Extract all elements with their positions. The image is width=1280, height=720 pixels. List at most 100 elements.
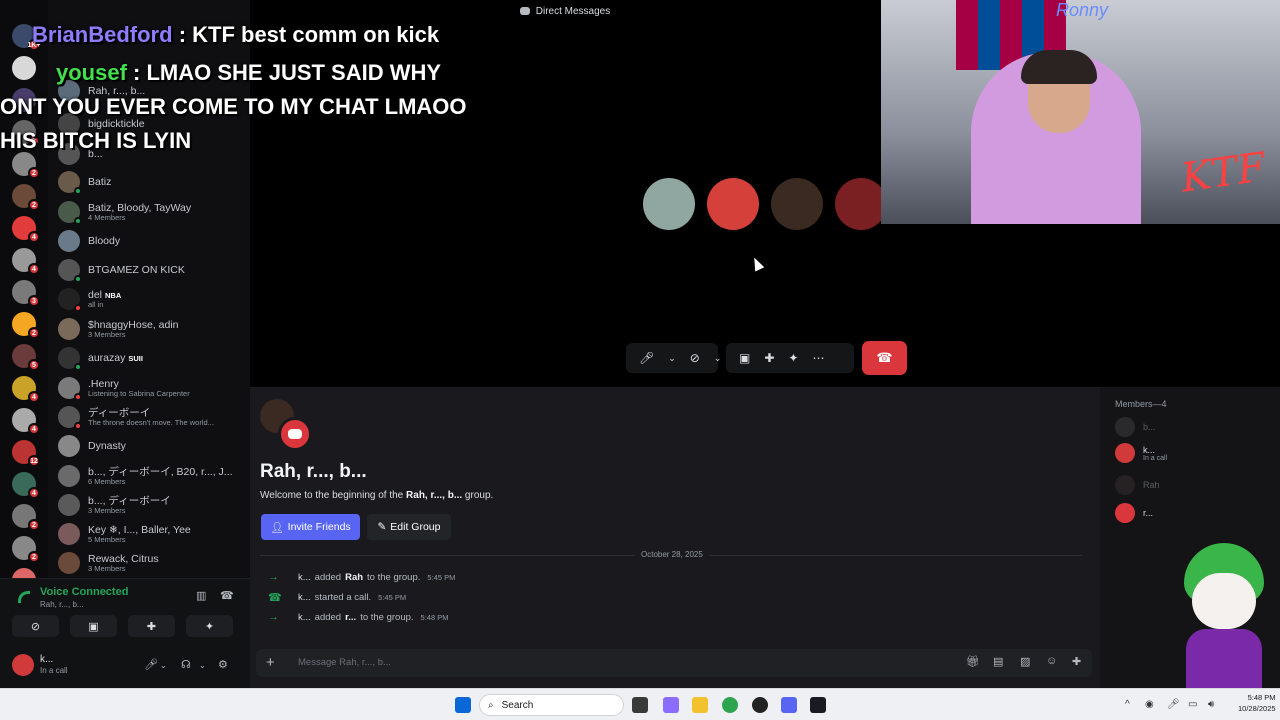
call-participant-avatar[interactable] [771, 178, 823, 230]
event-target[interactable]: Rah [345, 572, 363, 583]
server-icon[interactable]: 3 [12, 280, 40, 307]
dm-item[interactable]: $hnaggyHose, adin 3 Members [58, 315, 244, 343]
emoji-icon[interactable]: ☺ [1046, 655, 1057, 667]
event-user[interactable]: k... [298, 572, 311, 583]
attach-plus-icon[interactable]: + [266, 654, 275, 671]
signal-icon[interactable] [18, 591, 30, 603]
invite-friends-button[interactable]: 👤︎ Invite Friends [261, 514, 360, 540]
dm-text: b... [88, 148, 103, 160]
tray-volume-icon[interactable]: 🔊︎ [1208, 699, 1214, 710]
server-icon[interactable]: 4 [12, 248, 40, 275]
dm-item[interactable]: aurazay SUII [58, 344, 244, 372]
server-icon[interactable]: 2 [12, 120, 40, 147]
server-icon[interactable] [12, 56, 36, 80]
server-icon[interactable]: 2 [12, 536, 40, 563]
dm-name: aurazay SUII [88, 352, 143, 364]
dm-item[interactable]: b..., ディーボーイ, B20, r..., J... 6 Members [58, 462, 244, 490]
windows-start-icon[interactable] [455, 697, 471, 713]
chevron-down-icon[interactable]: ⌄ [709, 353, 727, 364]
server-icon[interactable]: 4 [12, 216, 40, 243]
taskbar-search[interactable]: ⌕ Search [479, 694, 624, 716]
dm-item[interactable]: Rewack, Citrus 3 Members [58, 549, 244, 577]
server-icon[interactable]: 4 [12, 472, 40, 499]
microphone-icon[interactable]: 🎤︎ [634, 351, 659, 365]
server-icon[interactable]: 4 [12, 376, 40, 403]
dm-item[interactable]: Batiz, Bloody, TayWay 4 Members [58, 198, 244, 226]
event-target[interactable]: r... [345, 612, 356, 623]
dm-item[interactable]: bigdicktickle [58, 110, 244, 138]
user-panel[interactable]: k... In a call 🎤︎ ⌄ ☊ ⌄ ⚙ [0, 649, 250, 689]
dm-item[interactable]: Rah, r..., b... [58, 77, 244, 105]
server-icon[interactable]: 4 [12, 408, 40, 435]
chevron-down-icon[interactable]: ⌄ [199, 661, 206, 670]
activities-icon[interactable]: ✚ [759, 351, 779, 365]
disconnect-icon[interactable]: ☎ [220, 589, 234, 602]
gif-icon[interactable]: ▤ [993, 655, 1003, 668]
member-item[interactable]: k... In a call [1115, 443, 1167, 463]
dm-item[interactable]: b... [58, 140, 244, 168]
chevron-down-icon[interactable]: ⌄ [160, 661, 167, 670]
call-participant-avatar[interactable] [707, 178, 759, 230]
voice-channel-label[interactable]: Rah, r..., b... [40, 600, 84, 609]
copilot-icon[interactable] [663, 697, 679, 713]
message-input[interactable]: Message Rah, r..., b... [298, 657, 391, 668]
member-item[interactable]: r... [1115, 503, 1153, 523]
event-user[interactable]: k... [298, 592, 311, 603]
more-options-icon[interactable]: ⋯ [807, 351, 829, 365]
message-composer[interactable]: + Message Rah, r..., b... 🎁︎ ▤ ▨ ☺ ✚ [256, 649, 1092, 677]
tray-mic-icon[interactable]: 🎤︎ [1167, 699, 1180, 710]
gift-icon[interactable]: 🎁︎ [966, 655, 980, 668]
dm-item[interactable]: BTGAMEZ ON KICK [58, 256, 244, 284]
server-icon[interactable]: 12 [12, 440, 40, 467]
taskbar-clock[interactable]: 5:48 PM 10/28/2025 [1238, 693, 1276, 714]
obs-icon[interactable] [752, 697, 768, 713]
camera-off-button[interactable]: ⊘ [12, 615, 59, 637]
camera-off-icon[interactable]: ⊘ [685, 351, 705, 365]
member-item[interactable]: Rah [1115, 475, 1160, 495]
noise-suppression-icon[interactable]: ▥ [196, 589, 206, 602]
edit-group-button[interactable]: ✎ Edit Group [367, 514, 451, 540]
screen-share-button[interactable]: ▣ [70, 615, 117, 637]
server-icon[interactable]: 2 [12, 184, 40, 211]
voice-panel: Voice Connected Rah, r..., b... ▥ ☎ ⊘ ▣ … [0, 578, 250, 688]
activities-button[interactable]: ✚ [128, 615, 175, 637]
server-icon[interactable]: 2 [12, 312, 40, 339]
dm-item[interactable]: Key ❄, I..., Baller, Yee 5 Members [58, 520, 244, 548]
server-icon[interactable]: 2 [12, 504, 40, 531]
headphones-icon[interactable]: ☊ [181, 658, 191, 671]
settings-gear-icon[interactable]: ⚙ [218, 658, 228, 671]
voice-connected-label[interactable]: Voice Connected [40, 586, 128, 598]
dm-item[interactable]: Batiz [58, 168, 244, 196]
apps-icon[interactable]: ✚ [1072, 655, 1081, 668]
chrome-icon[interactable] [722, 697, 738, 713]
task-view-icon[interactable] [632, 697, 648, 713]
tray-chevron-icon[interactable]: ^ [1125, 699, 1130, 710]
dm-item[interactable]: del NBA all in [58, 285, 244, 313]
soundboard-button[interactable]: ✦ [186, 615, 233, 637]
member-item[interactable]: b... [1115, 417, 1156, 437]
dm-item[interactable]: .Henry Listening to Sabrina Carpenter [58, 374, 244, 402]
server-icon[interactable]: 5 [12, 344, 40, 371]
chevron-down-icon[interactable]: ⌄ [663, 353, 681, 364]
app-taskbar-icon[interactable] [810, 697, 826, 713]
tray-app-icon[interactable]: ◉ [1145, 699, 1154, 710]
dm-item[interactable]: Bloody [58, 227, 244, 255]
server-icon[interactable]: 1K+ [12, 24, 41, 51]
event-user[interactable]: k... [298, 612, 311, 623]
tray-network-icon[interactable]: ▭ [1188, 699, 1197, 710]
discord-taskbar-icon[interactable] [781, 697, 797, 713]
server-icon[interactable]: 2 [12, 152, 40, 179]
hang-up-button[interactable]: ☎ [862, 341, 907, 375]
soundboard-icon[interactable]: ✦ [783, 351, 803, 365]
server-icon[interactable] [12, 88, 36, 112]
sticker-icon[interactable]: ▨ [1020, 655, 1030, 668]
microphone-icon[interactable]: 🎤︎ [144, 658, 158, 671]
dm-item[interactable]: Dynasty [58, 432, 244, 460]
user-avatar[interactable] [12, 654, 34, 676]
call-participant-avatar[interactable] [835, 178, 887, 230]
call-participant-avatar[interactable] [643, 178, 695, 230]
dm-item[interactable]: b..., ディーボーイ 3 Members [58, 491, 244, 519]
screen-share-icon[interactable]: ▣ [734, 351, 755, 365]
file-explorer-icon[interactable] [692, 697, 708, 713]
dm-item[interactable]: ディーボーイ The throne doesn't move. The world… [58, 403, 244, 431]
